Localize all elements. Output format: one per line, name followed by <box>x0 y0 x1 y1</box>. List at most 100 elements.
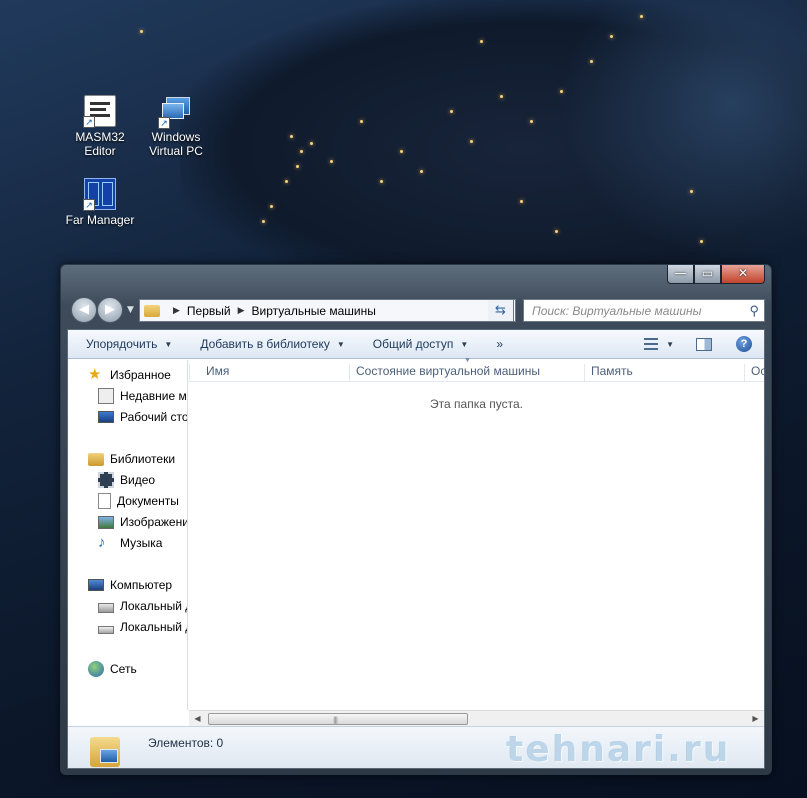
sidebar-item-label: Изображения <box>120 515 188 529</box>
sidebar-item-pictures[interactable]: Изображения <box>98 512 188 532</box>
wallpaper-land-east <box>560 0 807 260</box>
desktop-icon-masm32-editor[interactable]: ↗ MASM32 Editor <box>62 95 138 158</box>
sidebar-item-desktop[interactable]: Рабочий стол <box>98 407 188 427</box>
breadcrumb-virtual-machines[interactable]: Виртуальные машины <box>252 304 376 318</box>
drive-icon <box>98 626 114 634</box>
maximize-button[interactable]: ▭ <box>694 265 721 284</box>
sidebar-item-local-disk-c[interactable]: Локальный диск <box>98 596 187 616</box>
libraries-icon <box>88 452 104 466</box>
organize-button[interactable]: Упорядочить ▼ <box>68 330 186 358</box>
breadcrumb-separator-icon[interactable]: ▶ <box>238 305 245 316</box>
search-placeholder: Поиск: Виртуальные машины <box>532 303 702 318</box>
command-bar: Упорядочить ▼ Добавить в библиотеку ▼ Об… <box>68 330 764 359</box>
folder-icon <box>144 304 160 317</box>
share-button[interactable]: Общий доступ ▼ <box>359 330 483 358</box>
explorer-window: — ▭ ✕ ◀ ▶ ▼ ▶ Первый ▶ Виртуальные машин… <box>60 264 772 775</box>
scrollbar-grip-icon: ||| <box>333 716 338 724</box>
breadcrumb-separator-icon[interactable]: ▶ <box>173 305 180 316</box>
scroll-left-icon[interactable]: ◀ <box>189 711 206 727</box>
wallpaper-land <box>180 0 807 270</box>
refresh-icon: ⇆ <box>495 303 506 318</box>
desktop-icon-label: Virtual PC <box>149 144 203 158</box>
sidebar-item-computer[interactable]: Компьютер <box>88 575 172 595</box>
column-header-name[interactable]: Имя <box>189 364 337 382</box>
breadcrumb-first[interactable]: Первый <box>187 304 231 318</box>
back-button[interactable]: ◀ <box>71 297 97 323</box>
star-icon: ★ <box>88 366 102 383</box>
view-options-icon[interactable] <box>644 338 659 350</box>
chevron-down-icon: ▼ <box>336 339 345 349</box>
column-headers: ▼ Имя Состояние виртуальной машины Памят… <box>189 357 766 382</box>
add-to-library-label: Добавить в библиотеку <box>200 337 330 351</box>
navigation-bar: ◀ ▶ ▼ ▶ Первый ▶ Виртуальные машины ▼ ⇆ … <box>67 297 765 325</box>
sidebar-item-favorites[interactable]: ★ Избранное <box>88 365 171 385</box>
search-input[interactable]: Поиск: Виртуальные машины ⚲ <box>523 299 765 322</box>
desktop-icon-windows-virtual-pc[interactable]: ↗ Windows Virtual PC <box>138 95 214 158</box>
sidebar-item-video[interactable]: Видео <box>98 470 155 490</box>
help-icon[interactable]: ? <box>736 336 752 352</box>
desktop-icon-label: MASM32 <box>75 130 125 144</box>
music-note-icon: ♪ <box>98 534 106 551</box>
minimize-button[interactable]: — <box>667 265 694 284</box>
column-header-os[interactable]: Ос <box>744 364 768 382</box>
shortcut-arrow-icon: ↗ <box>158 117 170 129</box>
sidebar-item-label: Локальный диск <box>120 620 187 634</box>
file-list: ▼ Имя Состояние виртуальной машины Памят… <box>189 357 766 710</box>
details-pane: Элементов: 0 tehnari.ru <box>68 726 764 770</box>
organize-label: Упорядочить <box>86 337 158 351</box>
sidebar-item-local-disk-d[interactable]: Локальный диск <box>98 617 187 637</box>
explorer-body: Упорядочить ▼ Добавить в библиотеку ▼ Об… <box>67 329 766 770</box>
network-globe-icon <box>88 661 104 677</box>
view-controls: ▼ ? <box>636 330 764 358</box>
horizontal-scrollbar[interactable]: ◀ ||| ▶ <box>189 710 764 727</box>
desktop-icon-far-manager[interactable]: ↗ Far Manager <box>62 178 138 227</box>
sidebar-item-label: Рабочий стол <box>120 410 188 424</box>
address-bar[interactable]: ▶ Первый ▶ Виртуальные машины ▼ <box>139 299 516 322</box>
scroll-right-icon[interactable]: ▶ <box>747 711 764 727</box>
pictures-icon <box>98 515 114 529</box>
computer-icon <box>88 579 104 591</box>
chevron-down-icon[interactable]: ▼ <box>666 340 674 349</box>
desktop-icon-label: Editor <box>84 144 116 158</box>
system-drive-icon <box>98 603 114 613</box>
search-icon[interactable]: ⚲ <box>749 303 759 319</box>
refresh-button[interactable]: ⇆ <box>488 299 514 322</box>
sidebar-item-music[interactable]: ♪ Музыка <box>98 533 162 553</box>
sidebar-item-network[interactable]: Сеть <box>88 659 137 679</box>
column-header-memory[interactable]: Память <box>584 364 749 382</box>
empty-folder-message: Эта папка пуста. <box>430 397 523 411</box>
recent-pages-dropdown-icon[interactable]: ▼ <box>127 305 134 315</box>
item-count: Элементов: 0 <box>148 736 224 750</box>
desktop-icon <box>98 411 114 423</box>
masm32-editor-icon: ↗ <box>83 95 116 128</box>
more-commands-button[interactable]: » <box>482 330 517 358</box>
sidebar-item-libraries[interactable]: Библиотеки <box>88 449 175 469</box>
chevron-down-icon: ▼ <box>460 339 469 349</box>
documents-icon <box>98 493 111 509</box>
sidebar-item-label: Видео <box>120 473 156 487</box>
add-to-library-button[interactable]: Добавить в библиотеку ▼ <box>186 330 358 358</box>
chevron-down-icon: ▼ <box>164 339 173 349</box>
sidebar-item-recent[interactable]: Недавние места <box>98 386 187 406</box>
sidebar-item-label: Локальный диск <box>120 599 187 613</box>
watermark-logo: tehnari.ru <box>506 729 731 770</box>
folder-large-icon <box>88 729 124 769</box>
sidebar-item-documents[interactable]: Документы <box>98 491 179 511</box>
shortcut-arrow-icon: ↗ <box>83 116 95 128</box>
recent-places-icon <box>98 388 114 404</box>
share-label: Общий доступ <box>372 337 454 351</box>
sidebar-item-label: Сеть <box>110 662 137 676</box>
far-manager-icon: ↗ <box>83 178 116 211</box>
forward-button[interactable]: ▶ <box>97 297 123 323</box>
sidebar-item-label: Библиотеки <box>110 452 176 466</box>
preview-pane-icon[interactable] <box>696 337 712 351</box>
video-icon <box>98 472 114 488</box>
shortcut-arrow-icon: ↗ <box>83 199 95 211</box>
scrollbar-thumb[interactable]: ||| <box>208 713 468 725</box>
sidebar-item-label: Избранное <box>110 368 171 382</box>
column-header-vm-state[interactable]: Состояние виртуальной машины <box>349 364 582 382</box>
sidebar-item-label: Музыка <box>120 536 163 550</box>
virtual-pc-icon: ↗ <box>158 95 192 129</box>
sidebar-item-label: Недавние места <box>120 389 187 403</box>
close-button[interactable]: ✕ <box>721 265 765 284</box>
